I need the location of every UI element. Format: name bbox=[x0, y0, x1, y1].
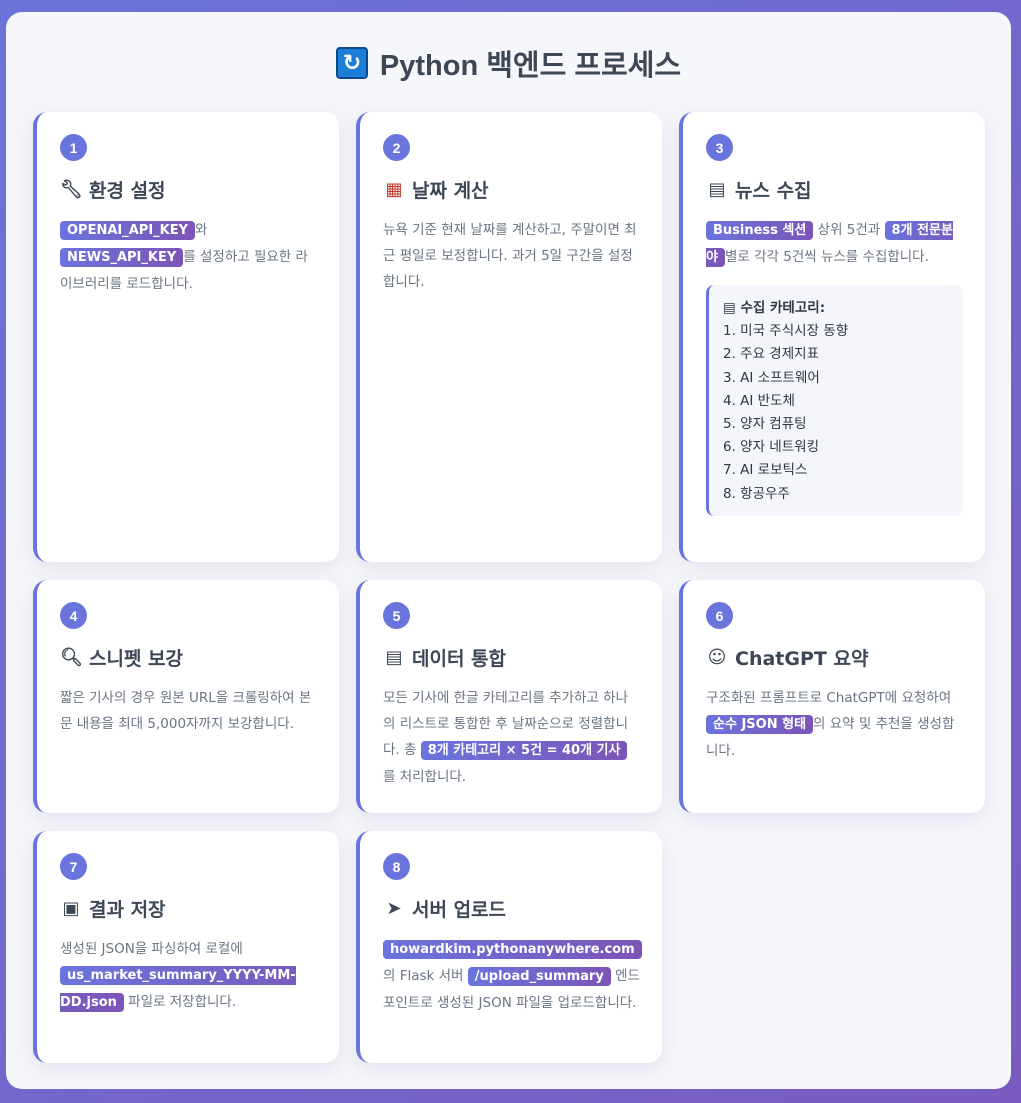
step-number: 2 bbox=[383, 134, 410, 161]
category-item: 8. 항공우주 bbox=[723, 485, 790, 502]
category-item: 3. AI 소프트웨어 bbox=[723, 369, 820, 386]
step-title: 🔧︎ 환경 설정 bbox=[60, 176, 317, 203]
robot-icon: ☺ bbox=[707, 647, 727, 668]
description-text: 상위 5건과 bbox=[813, 222, 885, 238]
category-item: 6. 양자 네트워킹 bbox=[723, 439, 819, 456]
page-title: ↻ Python 백엔드 프로세스 bbox=[6, 42, 1011, 84]
rocket-icon: ➤ bbox=[386, 898, 402, 919]
magnifier-icon: 🔍︎ bbox=[60, 647, 83, 668]
category-title-text: 수집 카테고리: bbox=[740, 300, 826, 316]
category-list: 1. 미국 주식시장 동향 2. 주요 경제지표 3. AI 소프트웨어 4. … bbox=[723, 320, 949, 506]
refresh-icon: ↻ bbox=[335, 47, 368, 79]
description-text: 생성된 JSON을 파싱하여 로컬에 bbox=[60, 941, 243, 957]
step-title-text: 데이터 통합 bbox=[412, 648, 507, 670]
highlight-tag: 8개 카테고리 × 5건 = 40개 기사 bbox=[420, 741, 628, 760]
highlight-tag: NEWS_API_KEY bbox=[60, 248, 184, 267]
step-description: OPENAI_API_KEY 와 NEWS_API_KEY 를 설정하고 필요한 라이… bbox=[60, 217, 317, 297]
description-text: 파일로 저장합니다. bbox=[123, 994, 237, 1010]
step-card-summary: 6 ☺ ChatGPT 요약 구조화된 프롬프트로 ChatGPT에 요청하여 … bbox=[679, 580, 985, 813]
step-card-snippet: 4 🔍︎ 스니펫 보강 짧은 기사의 경우 원본 URL을 크롤링하여 본문 내… bbox=[33, 580, 339, 813]
step-title: ▣ 결과 저장 bbox=[60, 895, 317, 922]
step-title-text: ChatGPT 요약 bbox=[735, 648, 869, 670]
description-text: 를 처리합니다. bbox=[383, 769, 467, 785]
step-title: ▦ 날짜 계산 bbox=[383, 176, 640, 203]
page-title-text: Python 백엔드 프로세스 bbox=[379, 50, 682, 82]
description-text: 별로 각각 5건씩 뉴스를 수집합니다. bbox=[724, 249, 929, 265]
step-number: 8 bbox=[383, 853, 410, 880]
step-description: 모든 기사에 한글 카테고리를 추가하고 하나의 리스트로 통합한 후 날짜순으… bbox=[383, 685, 640, 790]
clipboard-icon: ▤ bbox=[385, 647, 403, 668]
step-description: 구조화된 프롬프트로 ChatGPT에 요청하여 순수 JSON 형태 의 요약 … bbox=[706, 685, 963, 764]
process-panel: ↻ Python 백엔드 프로세스 1 🔧︎ 환경 설정 OPENAI_API_… bbox=[6, 12, 1011, 1089]
step-card-news: 3 ▤ 뉴스 수집 Business 섹션 상위 5건과 8개 전문분야 별로 각… bbox=[679, 112, 985, 562]
category-item: 5. 양자 컴퓨팅 bbox=[723, 416, 807, 433]
step-title: 🔍︎ 스니펫 보강 bbox=[60, 644, 317, 671]
step-description: Business 섹션 상위 5건과 8개 전문분야 별로 각각 5건씩 뉴스를 … bbox=[706, 217, 963, 271]
category-box: ▤ 수집 카테고리: 1. 미국 주식시장 동향 2. 주요 경제지표 3. A… bbox=[706, 285, 963, 516]
step-card-save: 7 ▣ 결과 저장 생성된 JSON을 파싱하여 로컬에 us_market_s… bbox=[33, 831, 339, 1063]
step-card-merge: 5 ▤ 데이터 통합 모든 기사에 한글 카테고리를 추가하고 하나의 리스트로… bbox=[356, 580, 662, 813]
step-title-text: 결과 저장 bbox=[89, 899, 166, 921]
step-number: 6 bbox=[706, 602, 733, 629]
step-title-text: 스니펫 보강 bbox=[89, 648, 184, 670]
step-number: 4 bbox=[60, 602, 87, 629]
step-card-env: 1 🔧︎ 환경 설정 OPENAI_API_KEY 와 NEWS_API_KEY 를 … bbox=[33, 112, 339, 562]
step-title: ▤ 뉴스 수집 bbox=[706, 176, 963, 203]
category-box-title: ▤ 수집 카테고리: bbox=[723, 297, 949, 320]
newspaper-icon: ▤ bbox=[708, 179, 726, 200]
step-number: 1 bbox=[60, 134, 87, 161]
highlight-tag: howardkim.pythonanywhere.com bbox=[383, 940, 642, 959]
step-title-text: 뉴스 수집 bbox=[735, 180, 812, 202]
step-description: 짧은 기사의 경우 원본 URL을 크롤링하여 본문 내용을 최대 5,000자… bbox=[60, 690, 312, 732]
clipboard-icon: ▤ bbox=[723, 300, 736, 316]
step-number: 3 bbox=[706, 134, 733, 161]
description-text: 구조화된 프롬프트로 ChatGPT에 요청하여 bbox=[706, 690, 952, 706]
step-title: ➤ 서버 업로드 bbox=[383, 895, 640, 922]
step-description: 생성된 JSON을 파싱하여 로컬에 us_market_summary_YYY… bbox=[60, 936, 317, 1016]
description-text: 와 bbox=[195, 222, 208, 238]
step-card-date: 2 ▦ 날짜 계산 뉴욕 기준 현재 날짜를 계산하고, 주말이면 최근 평일로… bbox=[356, 112, 662, 562]
highlight-tag: Business 섹션 bbox=[706, 221, 814, 240]
step-number: 5 bbox=[383, 602, 410, 629]
step-title-text: 환경 설정 bbox=[89, 180, 166, 202]
step-description: 뉴욕 기준 현재 날짜를 계산하고, 주말이면 최근 평일로 보정합니다. 과거… bbox=[383, 222, 637, 290]
wrench-icon: 🔧︎ bbox=[60, 179, 83, 200]
category-item: 4. AI 반도체 bbox=[723, 392, 795, 409]
step-number: 7 bbox=[60, 853, 87, 880]
category-item: 2. 주요 경제지표 bbox=[723, 346, 819, 363]
highlight-tag: /upload_summary bbox=[467, 967, 611, 986]
category-item: 7. AI 로보틱스 bbox=[723, 462, 808, 479]
calendar-icon: ▦ bbox=[385, 179, 403, 200]
description-text: 의 Flask 서버 bbox=[383, 968, 468, 984]
category-item: 1. 미국 주식시장 동향 bbox=[723, 323, 849, 340]
step-title: ▤ 데이터 통합 bbox=[383, 644, 640, 671]
step-title: ☺ ChatGPT 요약 bbox=[706, 644, 963, 671]
step-description: howardkim.pythonanywhere.com 의 Flask 서버 /… bbox=[383, 936, 642, 1016]
highlight-tag: 순수 JSON 형태 bbox=[706, 715, 814, 734]
step-card-upload: 8 ➤ 서버 업로드 howardkim.pythonanywhere.com 의… bbox=[356, 831, 662, 1063]
step-title-text: 날짜 계산 bbox=[412, 180, 489, 202]
step-title-text: 서버 업로드 bbox=[412, 899, 507, 921]
floppy-disk-icon: ▣ bbox=[62, 898, 80, 919]
highlight-tag: OPENAI_API_KEY bbox=[60, 221, 196, 240]
